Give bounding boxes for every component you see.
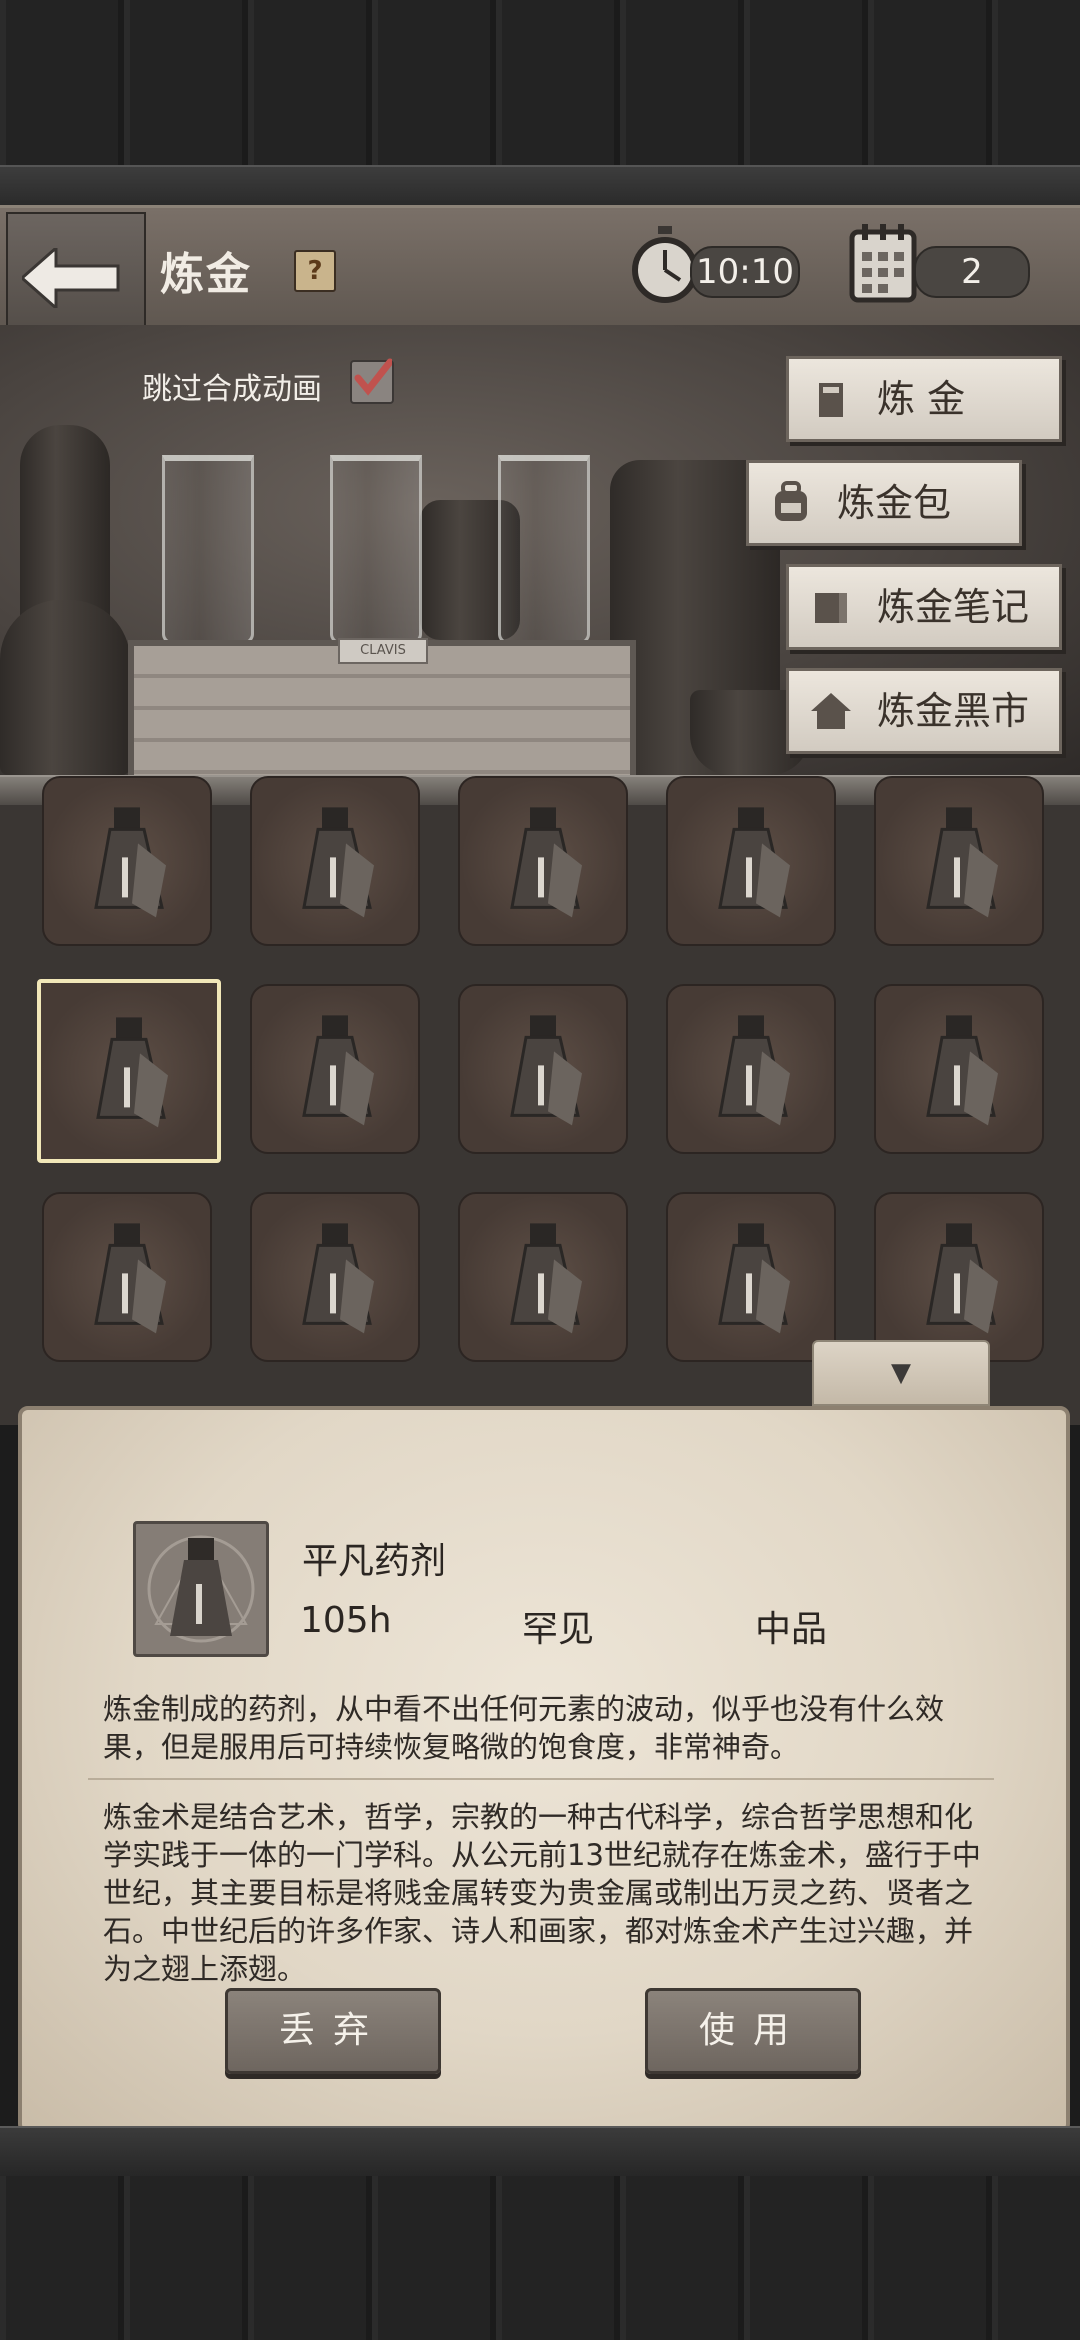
potion-flask-icon xyxy=(926,807,998,918)
item-detail-panel xyxy=(18,1406,1070,2134)
dark-flask-decoration xyxy=(0,600,130,775)
potion-flask-icon xyxy=(510,807,582,918)
inventory-slot[interactable] xyxy=(666,1192,836,1362)
collapse-panel-button[interactable]: ▼ xyxy=(812,1340,990,1406)
potion-flask-icon xyxy=(96,1017,168,1128)
test-tube-2[interactable] xyxy=(330,455,422,644)
menu-notes-label: 炼金笔记 xyxy=(877,585,1030,629)
menu-alchemy-label: 炼 金 xyxy=(877,377,966,421)
item-rarity: 罕见 xyxy=(522,1609,595,1650)
discard-button[interactable]: 丢弃 xyxy=(225,1988,441,2074)
skip-animation-label: 跳过合成动画 xyxy=(142,372,322,407)
potion-flask-icon xyxy=(302,1015,374,1126)
inventory-slot[interactable] xyxy=(458,1192,628,1362)
menu-bag-label: 炼金包 xyxy=(837,481,952,525)
inventory-slot[interactable] xyxy=(250,984,420,1154)
item-name: 平凡药剂 xyxy=(302,1541,447,1582)
backpack-icon xyxy=(775,481,807,521)
potion-flask-icon xyxy=(302,807,374,918)
item-duration: 105h xyxy=(300,1600,392,1641)
house-icon xyxy=(811,693,851,729)
menu-alchemy-button[interactable]: 炼 金 xyxy=(786,356,1062,442)
potion-flask-icon xyxy=(510,1015,582,1126)
potion-flask-icon xyxy=(718,1015,790,1126)
menu-notes-button[interactable]: 炼金笔记 xyxy=(786,564,1062,650)
day-counter: 2 xyxy=(914,246,1030,298)
test-tube-1[interactable] xyxy=(162,455,254,644)
book-icon xyxy=(815,593,847,623)
test-tube-3[interactable] xyxy=(498,455,590,644)
item-description: 炼金制成的药剂，从中看不出任何元素的波动，似乎也没有什么效果，但是服用后可持续恢… xyxy=(103,1692,945,1764)
inventory-slot[interactable] xyxy=(666,984,836,1154)
use-button[interactable]: 使用 xyxy=(645,1988,861,2074)
inventory-slot-selected[interactable] xyxy=(37,979,221,1163)
potion-flask-icon xyxy=(147,1535,255,1643)
help-button[interactable]: ? xyxy=(294,250,336,292)
alchemy-icon xyxy=(819,383,843,417)
potion-flask-icon xyxy=(926,1223,998,1334)
potion-flask-icon xyxy=(718,1223,790,1334)
inventory-slot[interactable] xyxy=(458,984,628,1154)
menu-bag-button[interactable]: 炼金包 xyxy=(746,460,1022,546)
panel-divider xyxy=(88,1778,994,1780)
inventory-slot[interactable] xyxy=(458,776,628,946)
potion-flask-icon xyxy=(510,1223,582,1334)
inventory-slot[interactable] xyxy=(250,1192,420,1362)
bottom-frame-bar xyxy=(0,2126,1080,2178)
skip-animation-checkbox[interactable] xyxy=(350,358,394,404)
potion-flask-icon xyxy=(926,1015,998,1126)
inventory-slot[interactable] xyxy=(874,984,1044,1154)
page-title: 炼金 xyxy=(160,249,252,300)
checkmark-icon xyxy=(354,358,392,396)
potion-flask-icon xyxy=(302,1223,374,1334)
inventory-slot[interactable] xyxy=(42,1192,212,1362)
item-quality: 中品 xyxy=(755,1609,828,1650)
inventory-slot[interactable] xyxy=(874,1192,1044,1362)
bottom-wood-background xyxy=(0,2176,1080,2340)
potion-flask-icon xyxy=(718,807,790,918)
potion-flask-icon xyxy=(94,807,166,918)
potion-flask-icon xyxy=(94,1223,166,1334)
menu-blackmarket-button[interactable]: 炼金黑市 xyxy=(786,668,1062,754)
top-frame-bar xyxy=(0,165,1080,209)
top-wood-background xyxy=(0,0,1080,165)
time-display: 10:10 xyxy=(690,246,800,298)
inventory-slot[interactable] xyxy=(42,776,212,946)
back-arrow-icon xyxy=(22,248,120,308)
inventory-slot[interactable] xyxy=(666,776,836,946)
inventory-slot[interactable] xyxy=(250,776,420,946)
item-lore: 炼金术是结合艺术，哲学，宗教的一种古代科学，综合哲学思想和化学实践于一体的一门学… xyxy=(103,1800,981,1986)
triangle-down-icon: ▼ xyxy=(891,1358,911,1388)
crate-nameplate: CLAVIS xyxy=(338,638,428,664)
calendar-icon xyxy=(849,224,917,303)
inventory-slot[interactable] xyxy=(874,776,1044,946)
item-detail-icon xyxy=(133,1521,269,1657)
menu-blackmarket-label: 炼金黑市 xyxy=(877,689,1030,733)
